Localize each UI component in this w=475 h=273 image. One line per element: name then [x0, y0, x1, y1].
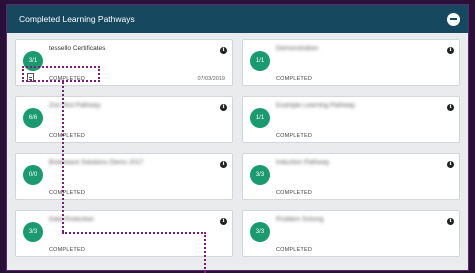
- panel-title: Completed Learning Pathways: [19, 14, 135, 24]
- status-label: COMPLETED: [49, 190, 86, 196]
- info-icon[interactable]: i: [220, 104, 227, 111]
- status-label: COMPLETED: [276, 247, 313, 253]
- status-label: COMPLETED: [49, 133, 86, 139]
- progress-badge: 3/1: [23, 51, 43, 71]
- info-icon[interactable]: i: [447, 47, 454, 54]
- collapse-minus-icon[interactable]: [447, 12, 460, 26]
- status-label: COMPLETED: [276, 76, 313, 82]
- progress-badge: 0/0: [23, 165, 43, 185]
- pathway-title[interactable]: Brainwave Solutions Demo 2017: [49, 159, 143, 166]
- progress-badge: 6/6: [23, 108, 43, 128]
- pathway-title[interactable]: Problem Solving: [276, 216, 323, 223]
- progress-badge: 1/1: [250, 108, 270, 128]
- panel-header: Completed Learning Pathways: [7, 5, 468, 33]
- pathway-card[interactable]: 6/6 Zoo Test Pathway i COMPLETED: [15, 96, 233, 143]
- pathway-card[interactable]: 1/1 Example Learning Pathway i COMPLETED: [242, 96, 460, 143]
- info-icon[interactable]: i: [220, 218, 227, 225]
- pathway-card[interactable]: 3/3 Data Protection i COMPLETED: [15, 210, 233, 257]
- pathway-card[interactable]: 0/0 Brainwave Solutions Demo 2017 i COMP…: [15, 153, 233, 200]
- completion-date: 07/03/2019: [197, 76, 225, 82]
- pathway-title[interactable]: Induction Pathway: [276, 159, 329, 166]
- progress-badge: 3/3: [23, 222, 43, 242]
- pathway-card[interactable]: 3/1 tessello Certificates i COMPLETED 07…: [15, 39, 233, 86]
- info-icon[interactable]: i: [220, 161, 227, 168]
- status-label: COMPLETED: [49, 247, 86, 253]
- pathway-title[interactable]: Data Protection: [49, 216, 94, 223]
- certificate-document-icon[interactable]: [27, 73, 34, 82]
- pathway-title[interactable]: tessello Certificates: [49, 45, 105, 52]
- pathway-title[interactable]: Zoo Test Pathway: [49, 102, 101, 109]
- pathway-title[interactable]: Demonstration: [276, 45, 318, 52]
- status-label: COMPLETED: [49, 76, 86, 82]
- pathway-card[interactable]: 3/3 Induction Pathway i COMPLETED: [242, 153, 460, 200]
- pathway-card[interactable]: 3/3 Problem Solving i COMPLETED: [242, 210, 460, 257]
- info-icon[interactable]: i: [447, 104, 454, 111]
- status-label: COMPLETED: [276, 190, 313, 196]
- info-icon[interactable]: i: [447, 161, 454, 168]
- pathway-title[interactable]: Example Learning Pathway: [276, 102, 355, 109]
- pathway-card-grid: 3/1 tessello Certificates i COMPLETED 07…: [15, 39, 460, 257]
- status-label: COMPLETED: [276, 133, 313, 139]
- completed-learning-pathways-panel: Completed Learning Pathways 3/1 tessello…: [6, 4, 469, 271]
- progress-badge: 3/3: [250, 222, 270, 242]
- progress-badge: 1/1: [250, 51, 270, 71]
- info-icon[interactable]: i: [220, 47, 227, 54]
- info-icon[interactable]: i: [447, 218, 454, 225]
- pathway-card[interactable]: 1/1 Demonstration i COMPLETED: [242, 39, 460, 86]
- progress-badge: 3/3: [250, 165, 270, 185]
